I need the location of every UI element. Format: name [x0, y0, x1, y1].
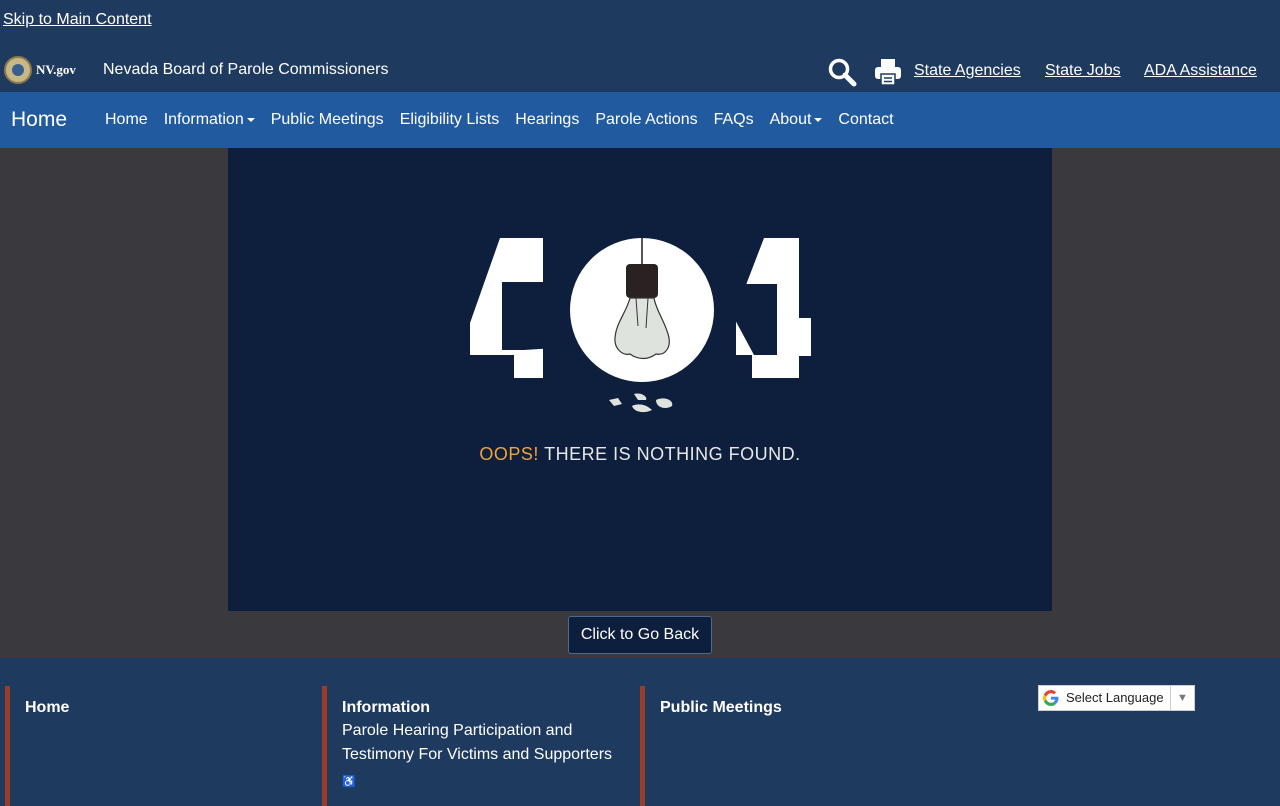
- go-back-button[interactable]: Click to Go Back: [568, 616, 712, 654]
- error-404-panel: OOPS! THERE IS NOTHING FOUND.: [228, 148, 1052, 611]
- nav-item-label: About: [769, 111, 812, 128]
- nav-item-public-meetings[interactable]: Public Meetings: [263, 111, 392, 129]
- nav-item-home[interactable]: Home: [97, 111, 156, 129]
- main-navbar: Home Home Information Public Meetings El…: [0, 92, 1280, 148]
- footer-heading[interactable]: Information: [342, 699, 637, 717]
- google-g-icon: [1043, 690, 1059, 706]
- nav-item-label: Home: [105, 111, 148, 128]
- nav-item-about[interactable]: About: [762, 111, 831, 129]
- dropdown-arrow-icon: ▼: [1170, 686, 1188, 710]
- state-jobs-link[interactable]: State Jobs: [1045, 62, 1121, 80]
- footer-link[interactable]: Parole Hearing Participation and Testimo…: [342, 719, 637, 767]
- ada-assistance-link[interactable]: ADA Assistance: [1144, 62, 1257, 80]
- nav-item-parole-actions[interactable]: Parole Actions: [587, 111, 705, 129]
- nav-item-faqs[interactable]: FAQs: [706, 111, 762, 129]
- glass-shard: [656, 398, 673, 408]
- glass-shard: [634, 393, 647, 400]
- nav-item-label: Public Meetings: [270, 111, 384, 128]
- main-content: OOPS! THERE IS NOTHING FOUND. Click to G…: [0, 148, 1280, 658]
- nav-item-hearings[interactable]: Hearings: [507, 111, 587, 129]
- navbar-brand[interactable]: Home: [11, 108, 67, 132]
- glass-shard: [609, 398, 622, 406]
- nav-item-label: Hearings: [515, 111, 580, 128]
- nothing-found-text: THERE IS NOTHING FOUND.: [544, 444, 801, 464]
- nav-item-contact[interactable]: Contact: [830, 111, 901, 129]
- language-select[interactable]: Select Language ▼: [1038, 685, 1195, 711]
- nav-menu: Home Information Public Meetings Eligibi…: [97, 92, 902, 148]
- glass-shard: [632, 404, 652, 413]
- skip-to-main-link[interactable]: Skip to Main Content: [3, 11, 152, 29]
- search-icon[interactable]: [827, 57, 857, 87]
- oops-text: OOPS!: [479, 444, 539, 464]
- printer-icon[interactable]: [873, 57, 903, 87]
- footer-heading[interactable]: Home: [25, 699, 320, 717]
- footer: Home Information Parole Hearing Particip…: [0, 658, 1280, 806]
- nav-item-label: Parole Actions: [595, 111, 698, 128]
- top-header: NV.gov Nevada Board of Parole Commission…: [0, 44, 1280, 92]
- nav-item-label: FAQs: [713, 111, 754, 128]
- caret-down-icon: [814, 117, 823, 122]
- nav-item-information[interactable]: Information: [156, 111, 263, 129]
- error-message: OOPS! THERE IS NOTHING FOUND.: [228, 444, 1052, 465]
- language-select-label: Select Language: [1066, 690, 1164, 705]
- state-agencies-link[interactable]: State Agencies: [914, 62, 1021, 80]
- nevada-seal-icon[interactable]: [4, 56, 32, 84]
- 404-lightbulb-illustration: [470, 238, 811, 413]
- footer-heading[interactable]: Public Meetings: [660, 699, 955, 717]
- agency-name[interactable]: Nevada Board of Parole Commissioners: [103, 61, 388, 79]
- nvgov-logo[interactable]: NV.gov: [36, 62, 76, 78]
- accessibility-icon: ♿: [342, 776, 356, 788]
- footer-column-home: Home: [5, 686, 320, 806]
- nav-item-label: Eligibility Lists: [399, 111, 500, 128]
- caret-down-icon: [246, 117, 255, 122]
- nav-item-label: Contact: [838, 111, 894, 128]
- bulb-socket: [626, 264, 658, 298]
- footer-column-information: Information Parole Hearing Participation…: [322, 686, 637, 806]
- nav-item-eligibility-lists[interactable]: Eligibility Lists: [392, 111, 508, 129]
- nav-item-label: Information: [163, 111, 244, 128]
- footer-column-public-meetings: Public Meetings: [640, 686, 955, 806]
